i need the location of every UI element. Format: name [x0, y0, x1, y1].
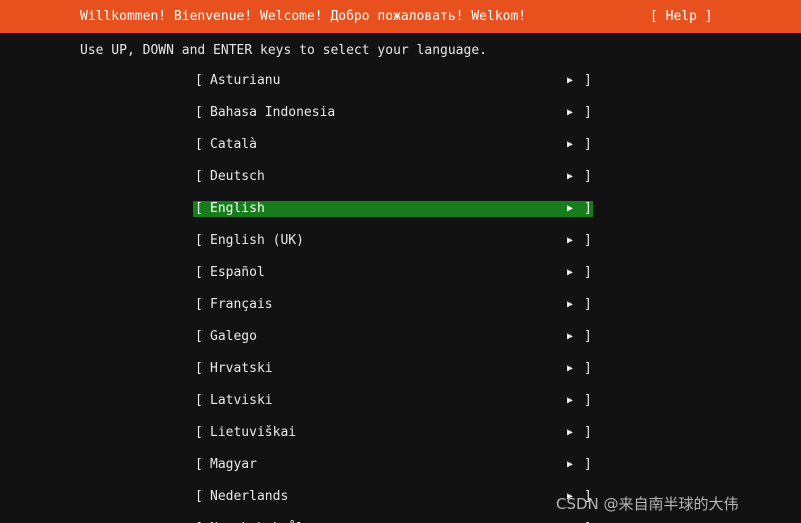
bracket-open: [ — [195, 201, 203, 216]
bracket-close: ] — [584, 169, 592, 184]
bracket-open: [ — [195, 265, 203, 280]
language-list-item[interactable]: [ Magyar ▶] — [193, 457, 593, 473]
bracket-close: ] — [584, 329, 592, 344]
language-list-item[interactable]: [ Deutsch ▶] — [193, 169, 593, 185]
chevron-right-icon: ▶ — [567, 299, 574, 310]
bracket-open: [ — [195, 137, 203, 152]
chevron-right-icon: ▶ — [567, 107, 574, 118]
language-name: Bahasa Indonesia — [210, 105, 336, 120]
bracket-close: ] — [584, 361, 592, 376]
chevron-right-icon: ▶ — [567, 171, 574, 182]
language-list-item[interactable]: [Nederlands ▶] — [193, 489, 593, 505]
bracket-open: [ — [195, 73, 203, 88]
chevron-right-icon: ▶ — [567, 267, 574, 278]
language-name: Lietuviškai — [210, 425, 297, 440]
bracket-open: [ — [195, 233, 203, 248]
chevron-right-icon: ▶ — [567, 75, 574, 86]
watermark: CSDN @来自南半球的大伟 — [556, 495, 739, 513]
chevron-right-icon: ▶ — [567, 395, 574, 406]
language-name: Français — [210, 297, 273, 312]
bracket-open: [ — [195, 393, 203, 408]
language-list-item[interactable]: [ Català ▶] — [193, 137, 593, 153]
bracket-close: ] — [584, 297, 592, 312]
language-name: English — [210, 201, 265, 216]
bracket-open: [ — [195, 425, 203, 440]
language-name: Español — [210, 265, 265, 280]
language-list-item[interactable]: [ Asturianu ▶] — [193, 73, 593, 89]
header-bar: Willkommen! Bienvenue! Welcome! Добро по… — [0, 0, 801, 33]
chevron-right-icon: ▶ — [567, 203, 574, 214]
chevron-right-icon: ▶ — [567, 363, 574, 374]
language-name: Deutsch — [210, 169, 265, 184]
bracket-close: ] — [584, 201, 592, 216]
help-button[interactable]: [ Help ] — [650, 9, 713, 25]
bracket-open: [ — [195, 105, 203, 120]
language-list-item[interactable]: [ Latviski ▶] — [193, 393, 593, 409]
bracket-close: ] — [584, 393, 592, 408]
language-list-item[interactable]: [ Lietuviškai ▶] — [193, 425, 593, 441]
bracket-close: ] — [584, 73, 592, 88]
language-name: Català — [210, 137, 257, 152]
chevron-right-icon: ▶ — [567, 331, 574, 342]
language-list-item[interactable]: [ Bahasa Indonesia ▶] — [193, 105, 593, 121]
language-name: Nederlands — [210, 489, 289, 504]
bracket-open: [ — [195, 457, 203, 472]
bracket-open: [ — [195, 361, 203, 376]
chevron-right-icon: ▶ — [567, 427, 574, 438]
language-name: Latviski — [210, 393, 273, 408]
language-list-item[interactable]: [ Galego ▶] — [193, 329, 593, 345]
chevron-right-icon: ▶ — [567, 139, 574, 150]
language-name: Magyar — [210, 457, 257, 472]
bracket-open: [ — [195, 329, 203, 344]
language-list-item[interactable]: [ Español ▶] — [193, 265, 593, 281]
language-name: English (UK) — [210, 233, 304, 248]
language-name: Asturianu — [210, 73, 281, 88]
language-list-item[interactable]: [ Français ▶] — [193, 297, 593, 313]
language-list-item[interactable]: [ English ▶] — [193, 201, 593, 217]
bracket-close: ] — [584, 137, 592, 152]
language-list: [ Asturianu ▶] [ Bahasa Indonesia ▶] [ Català ▶]… — [193, 73, 593, 523]
language-name: Hrvatski — [210, 361, 273, 376]
language-list-item[interactable]: [ English (UK) ▶] — [193, 233, 593, 249]
bracket-open: [ — [195, 169, 203, 184]
bracket-close: ] — [584, 457, 592, 472]
instruction-text: Use UP, DOWN and ENTER keys to select yo… — [80, 43, 487, 58]
chevron-right-icon: ▶ — [567, 235, 574, 246]
bracket-open: [ — [195, 489, 203, 504]
installer-screen: Willkommen! Bienvenue! Welcome! Добро по… — [0, 0, 801, 523]
bracket-close: ] — [584, 105, 592, 120]
bracket-open: [ — [195, 297, 203, 312]
bracket-close: ] — [584, 265, 592, 280]
bracket-close: ] — [584, 425, 592, 440]
language-name: Galego — [210, 329, 257, 344]
language-list-item[interactable]: [ Hrvatski ▶] — [193, 361, 593, 377]
chevron-right-icon: ▶ — [567, 459, 574, 470]
welcome-greeting: Willkommen! Bienvenue! Welcome! Добро по… — [80, 9, 527, 24]
bracket-close: ] — [584, 233, 592, 248]
